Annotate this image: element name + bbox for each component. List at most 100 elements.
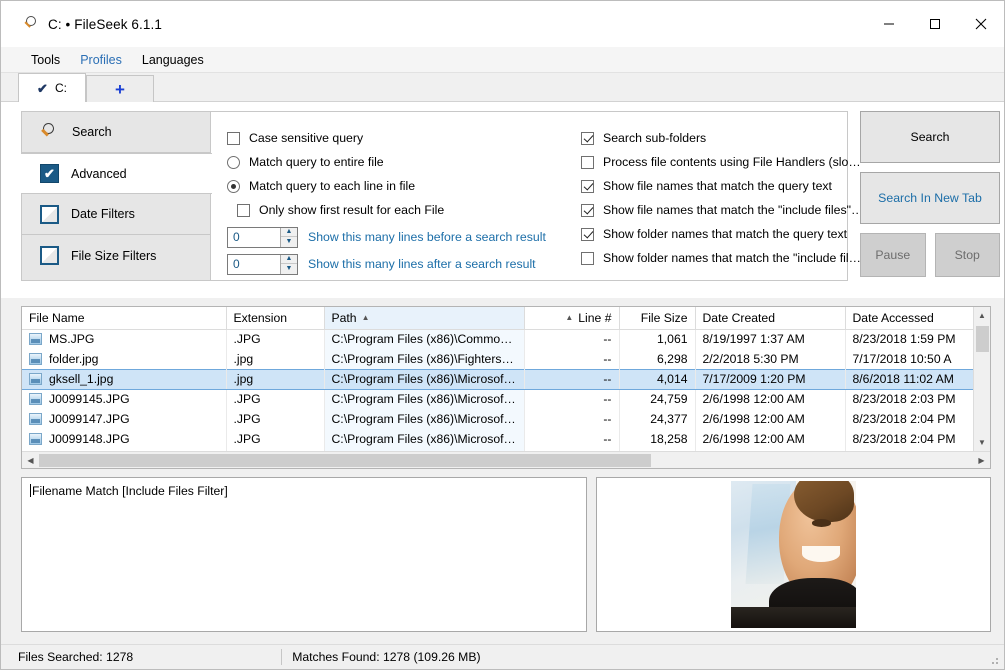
option-show-file-names-include[interactable]: Show file names that match the "include … (581, 198, 863, 222)
checkbox-icon[interactable] (581, 155, 594, 169)
radio-icon[interactable] (227, 179, 240, 193)
close-icon[interactable] (958, 1, 1004, 47)
cell-path: C:\Program Files (x86)\Fighters\FIGH… (324, 349, 525, 369)
column-header-file-name[interactable]: File Name (22, 307, 227, 330)
menu-item-profiles[interactable]: Profiles (70, 50, 132, 70)
table-row[interactable]: gksell_1.jpg .jpg C:\Program Files (x86)… (22, 368, 973, 390)
sidebar-item-label: Search (72, 125, 112, 139)
menu-item-tools[interactable]: Tools (21, 50, 70, 70)
checkbox-icon[interactable] (581, 179, 594, 193)
horizontal-scrollbar[interactable]: ◀ ▶ (22, 451, 990, 468)
table-header-row: File Name Extension Path ▲ ▲ Line # File S… (22, 307, 973, 330)
table-row[interactable]: folder.jpg .jpg C:\Program Files (x86)\F… (22, 349, 973, 369)
results-table: File Name Extension Path ▲ ▲ Line # File S… (21, 306, 991, 469)
pause-button[interactable]: Pause (860, 233, 926, 277)
option-label: Only show first result for each File (259, 203, 445, 217)
minimize-icon[interactable] (866, 1, 912, 47)
cell-date-accessed: 8/6/2018 11:02 AM (845, 368, 973, 390)
column-header-date-created[interactable]: Date Created (695, 307, 846, 330)
option-label: Search sub-folders (603, 131, 707, 145)
cell-file-name: gksell_1.jpg (22, 368, 227, 390)
menu-item-languages[interactable]: Languages (132, 50, 214, 70)
lines-after-value[interactable]: 0 (228, 255, 280, 274)
cell-date-accessed: 8/23/2018 2:04 PM (845, 409, 973, 429)
tab-new[interactable]: + (86, 75, 154, 102)
stepper-up-icon[interactable]: ▲ (281, 255, 297, 264)
vertical-scrollbar[interactable]: ▲ ▼ (973, 307, 990, 451)
resize-grip-icon[interactable] (988, 654, 1000, 666)
stepper-down-icon[interactable]: ▼ (281, 237, 297, 247)
scroll-left-icon[interactable]: ◀ (22, 452, 39, 469)
config-area: Search ✔ Advanced Date Filters File Size… (1, 102, 1004, 298)
horizontal-scroll-track[interactable] (39, 452, 973, 469)
tab-strip: ✔ C: + (1, 73, 1004, 102)
cell-extension: .JPG (226, 429, 325, 449)
cell-extension: .JPG (226, 329, 325, 349)
maximize-icon[interactable] (912, 1, 958, 47)
checkbox-icon[interactable] (581, 227, 594, 241)
option-match-each-line[interactable]: Match query to each line in file (227, 174, 567, 198)
stepper-buttons: ▲ ▼ (280, 254, 297, 274)
radio-icon[interactable] (227, 155, 240, 169)
column-header-date-accessed[interactable]: Date Accessed (845, 307, 973, 330)
option-label: Show folder names that match the "includ… (603, 251, 861, 265)
option-label: Show file names that match the "include … (603, 203, 864, 217)
column-header-file-size[interactable]: File Size (619, 307, 696, 330)
cell-date-accessed: 7/17/2018 10:50 A (845, 349, 973, 369)
sidebar-item-file-size-filters[interactable]: File Size Filters (22, 235, 211, 276)
match-detail-pane[interactable]: Filename Match [Include Files Filter] (21, 477, 587, 632)
sidebar-item-label: File Size Filters (71, 248, 157, 263)
lines-after-stepper[interactable]: 0 ▲ ▼ (227, 253, 298, 275)
checkbox-icon[interactable] (581, 203, 594, 217)
sidebar-item-label: Advanced (71, 166, 127, 181)
action-buttons: Search Search In New Tab Pause Stop (848, 111, 1000, 281)
option-show-file-names-query[interactable]: Show file names that match the query tex… (581, 174, 847, 198)
table-row[interactable]: J0099148.JPG .JPG C:\Program Files (x86)… (22, 429, 973, 449)
cell-date-created: 7/17/2009 1:20 PM (695, 368, 846, 390)
tab-c-drive[interactable]: ✔ C: (18, 73, 86, 102)
search-button[interactable]: Search (860, 111, 1000, 163)
option-only-first-result[interactable]: Only show first result for each File (227, 198, 567, 222)
bottom-panes: Filename Match [Include Files Filter] (21, 477, 991, 632)
square-icon (40, 204, 59, 224)
sidebar-item-advanced[interactable]: ✔ Advanced (21, 153, 212, 194)
option-match-entire-file[interactable]: Match query to entire file (227, 150, 567, 174)
checkbox-icon[interactable] (227, 131, 240, 145)
option-search-subfolders[interactable]: Search sub-folders (581, 126, 847, 150)
checkbox-icon[interactable] (581, 251, 594, 265)
stepper-down-icon[interactable]: ▼ (281, 264, 297, 274)
stepper-up-icon[interactable]: ▲ (281, 228, 297, 237)
horizontal-scroll-thumb[interactable] (39, 453, 651, 467)
option-case-sensitive[interactable]: Case sensitive query (227, 126, 567, 150)
table-row[interactable]: J0099147.JPG .JPG C:\Program Files (x86)… (22, 409, 973, 429)
stop-button[interactable]: Stop (934, 233, 1000, 277)
column-header-line[interactable]: ▲ Line # (524, 307, 620, 330)
option-process-file-handlers[interactable]: Process file contents using File Handler… (581, 150, 861, 174)
table-row[interactable]: MS.JPG .JPG C:\Program Files (x86)\Commo… (22, 329, 973, 349)
status-bar: Files Searched: 1278 Matches Found: 1278… (1, 644, 1004, 669)
lines-before-row: 0 ▲ ▼ Show this many lines before a sear… (227, 225, 567, 249)
cell-date-created: 8/19/1997 1:37 AM (695, 329, 846, 349)
options-panel: Case sensitive query Match query to enti… (210, 111, 863, 281)
option-show-folder-names-query[interactable]: Show folder names that match the query t… (581, 222, 847, 246)
status-matches-found: Matches Found: 1278 (109.26 MB) (281, 649, 481, 665)
column-header-extension[interactable]: Extension (226, 307, 325, 330)
scroll-up-icon[interactable]: ▲ (974, 307, 991, 324)
app-window: C: • FileSeek 6.1.1 Tools Profiles Langu… (0, 0, 1005, 670)
scroll-down-icon[interactable]: ▼ (974, 434, 991, 451)
option-show-folder-names-include[interactable]: Show folder names that match the "includ… (581, 246, 861, 270)
table-row[interactable]: J0099145.JPG .JPG C:\Program Files (x86)… (22, 389, 973, 409)
status-files-searched: Files Searched: 1278 (18, 650, 134, 664)
lines-before-value[interactable]: 0 (228, 228, 280, 247)
column-header-path[interactable]: Path ▲ (324, 307, 525, 330)
lines-before-stepper[interactable]: 0 ▲ ▼ (227, 226, 298, 248)
sidebar-item-search[interactable]: Search (22, 112, 211, 153)
scroll-right-icon[interactable]: ▶ (973, 452, 990, 469)
checkbox-icon[interactable] (237, 203, 250, 217)
sidebar-item-label: Date Filters (71, 207, 135, 221)
checkbox-icon[interactable] (581, 131, 594, 145)
vertical-scroll-thumb[interactable] (975, 326, 989, 352)
sidebar-item-date-filters[interactable]: Date Filters (22, 194, 211, 235)
search-new-tab-button[interactable]: Search In New Tab (860, 172, 1000, 224)
option-label: Process file contents using File Handler… (603, 155, 861, 169)
